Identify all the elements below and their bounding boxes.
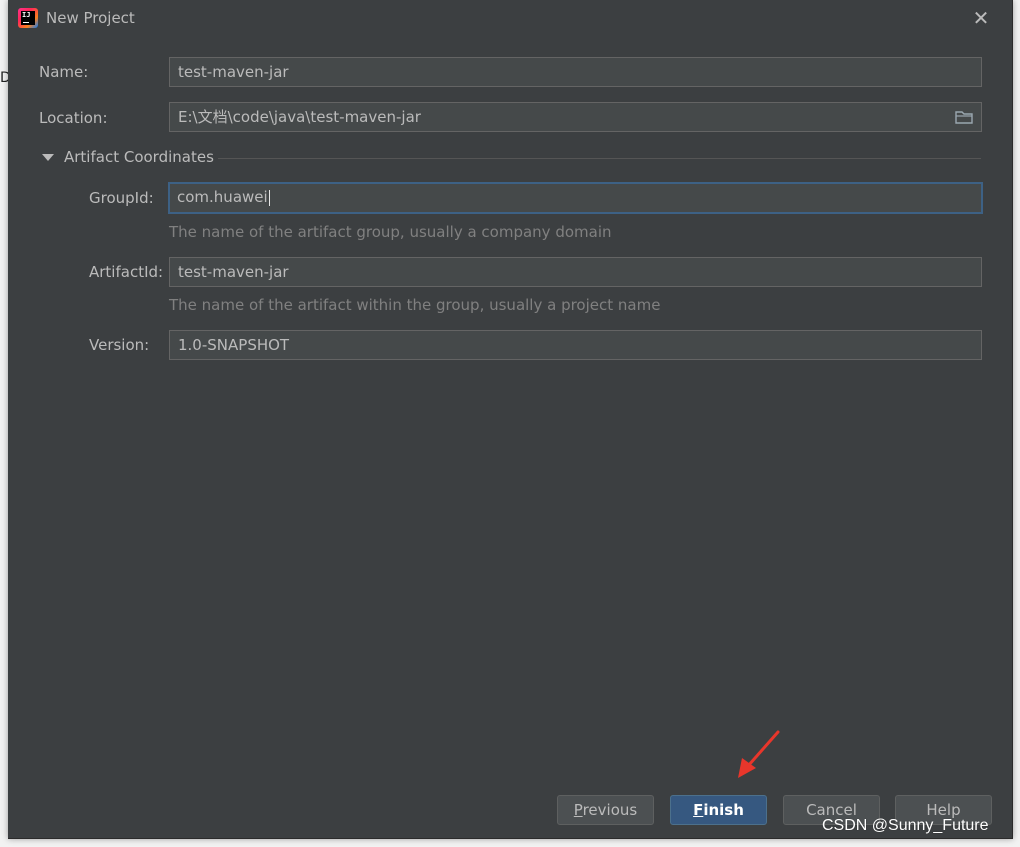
name-value: test-maven-jar bbox=[178, 63, 289, 81]
version-value: 1.0-SNAPSHOT bbox=[178, 336, 290, 354]
name-field[interactable]: test-maven-jar bbox=[169, 57, 982, 87]
version-field[interactable]: 1.0-SNAPSHOT bbox=[169, 330, 982, 360]
groupid-label: GroupId: bbox=[89, 189, 154, 207]
csdn-watermark: CSDN @Sunny_Future bbox=[822, 817, 989, 834]
groupid-value: com.huawei bbox=[177, 188, 268, 206]
dialog-titlebar[interactable]: IJ New Project ✕ bbox=[8, 0, 1012, 36]
groupid-hint: The name of the artifact group, usually … bbox=[169, 223, 612, 241]
artifactid-label: ArtifactId: bbox=[89, 263, 164, 281]
dialog-title: New Project bbox=[46, 9, 135, 27]
artifact-coordinates-title: Artifact Coordinates bbox=[64, 148, 214, 166]
close-icon: ✕ bbox=[972, 6, 990, 30]
collapse-triangle-icon bbox=[42, 154, 54, 161]
section-divider bbox=[218, 158, 981, 159]
close-button[interactable]: ✕ bbox=[966, 4, 996, 32]
artifactid-field[interactable]: test-maven-jar bbox=[169, 257, 982, 287]
previous-mnemonic: P bbox=[573, 801, 583, 819]
groupid-field[interactable]: com.huawei bbox=[168, 182, 983, 214]
artifactid-hint: The name of the artifact within the grou… bbox=[169, 296, 661, 314]
previous-label: revious bbox=[582, 801, 638, 819]
finish-mnemonic: F bbox=[693, 801, 704, 819]
name-label: Name: bbox=[39, 63, 89, 81]
finish-label: inish bbox=[703, 801, 744, 819]
location-label: Location: bbox=[39, 109, 108, 127]
finish-button[interactable]: Finish bbox=[670, 795, 767, 825]
intellij-idea-icon: IJ bbox=[18, 8, 38, 28]
new-project-dialog: IJ New Project ✕ Name: test-maven-jar Lo… bbox=[8, 0, 1013, 839]
previous-button[interactable]: Previous bbox=[557, 795, 654, 825]
version-label: Version: bbox=[89, 336, 150, 354]
text-caret bbox=[268, 189, 270, 206]
location-field[interactable]: E:\文档\code\java\test-maven-jar bbox=[169, 102, 982, 132]
artifactid-value: test-maven-jar bbox=[178, 263, 289, 281]
location-value: E:\文档\code\java\test-maven-jar bbox=[178, 108, 421, 126]
folder-icon[interactable] bbox=[955, 110, 973, 124]
annotation-arrow bbox=[738, 730, 780, 778]
artifact-coordinates-toggle[interactable]: Artifact Coordinates bbox=[42, 148, 982, 168]
